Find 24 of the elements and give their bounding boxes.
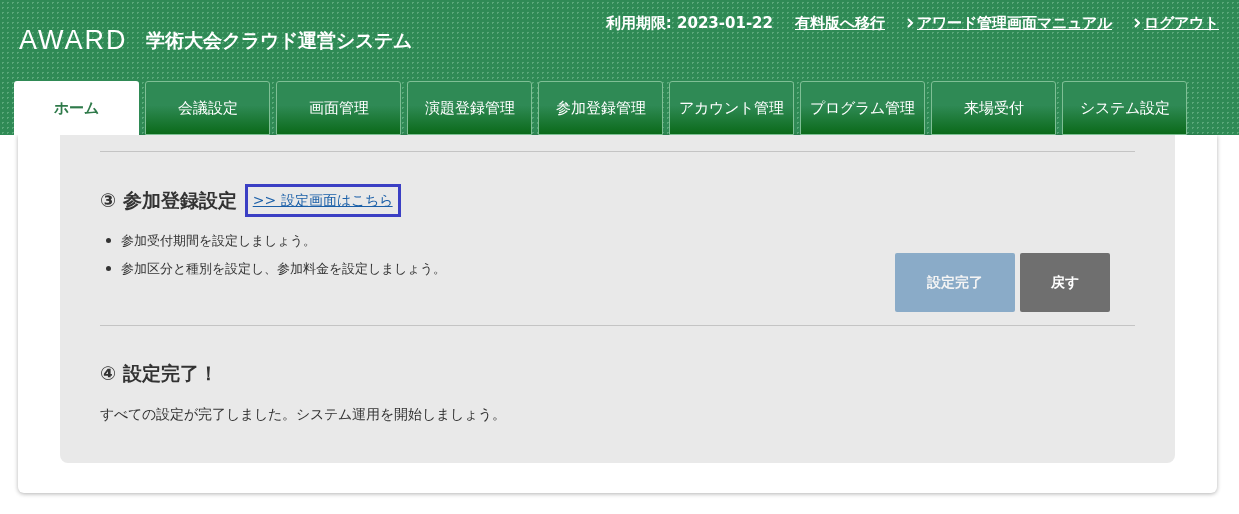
step-title: ④ 設定完了！ — [100, 361, 218, 386]
nav-tab[interactable]: 演題登録管理 — [407, 81, 532, 135]
reset-button[interactable]: 戻す — [1020, 253, 1110, 312]
nav-tab[interactable]: 画面管理 — [276, 81, 401, 135]
nav-tab[interactable]: 来場受付 — [931, 81, 1056, 135]
chevron-icon — [907, 18, 913, 29]
settings-link[interactable]: >> 設定画面はこちら — [244, 184, 401, 217]
step-title: ③ 参加登録設定 — [100, 188, 237, 214]
step-text: すべての設定が完了しました。システム運用を開始しましょう。 — [100, 404, 507, 424]
nav-tab[interactable]: プログラム管理 — [800, 81, 925, 135]
bullet-icon — [106, 238, 111, 244]
bullet-text: 参加受付期間を設定しましょう。 — [121, 232, 316, 250]
bullet-icon — [106, 265, 111, 271]
nav-tab[interactable]: システム設定 — [1062, 81, 1187, 135]
header-link[interactable]: アワード管理画面マニュアル — [907, 12, 1112, 35]
nav-tab[interactable]: ホーム — [14, 81, 139, 135]
chevron-icon — [1134, 18, 1140, 29]
logo: AWARD — [19, 24, 128, 57]
expiry-date: 利用期限: 2023-01-22 — [605, 13, 773, 34]
bullet-text: 参加区分と種別を設定し、参加料金を設定しましょう。 — [121, 259, 446, 278]
nav-tab[interactable]: 会議設定 — [145, 81, 270, 135]
nav-tab[interactable]: 参加登録管理 — [538, 81, 663, 135]
nav-tab[interactable]: アカウント管理 — [669, 81, 794, 135]
system-name: 学術大会クラウド運営システム — [145, 28, 412, 53]
